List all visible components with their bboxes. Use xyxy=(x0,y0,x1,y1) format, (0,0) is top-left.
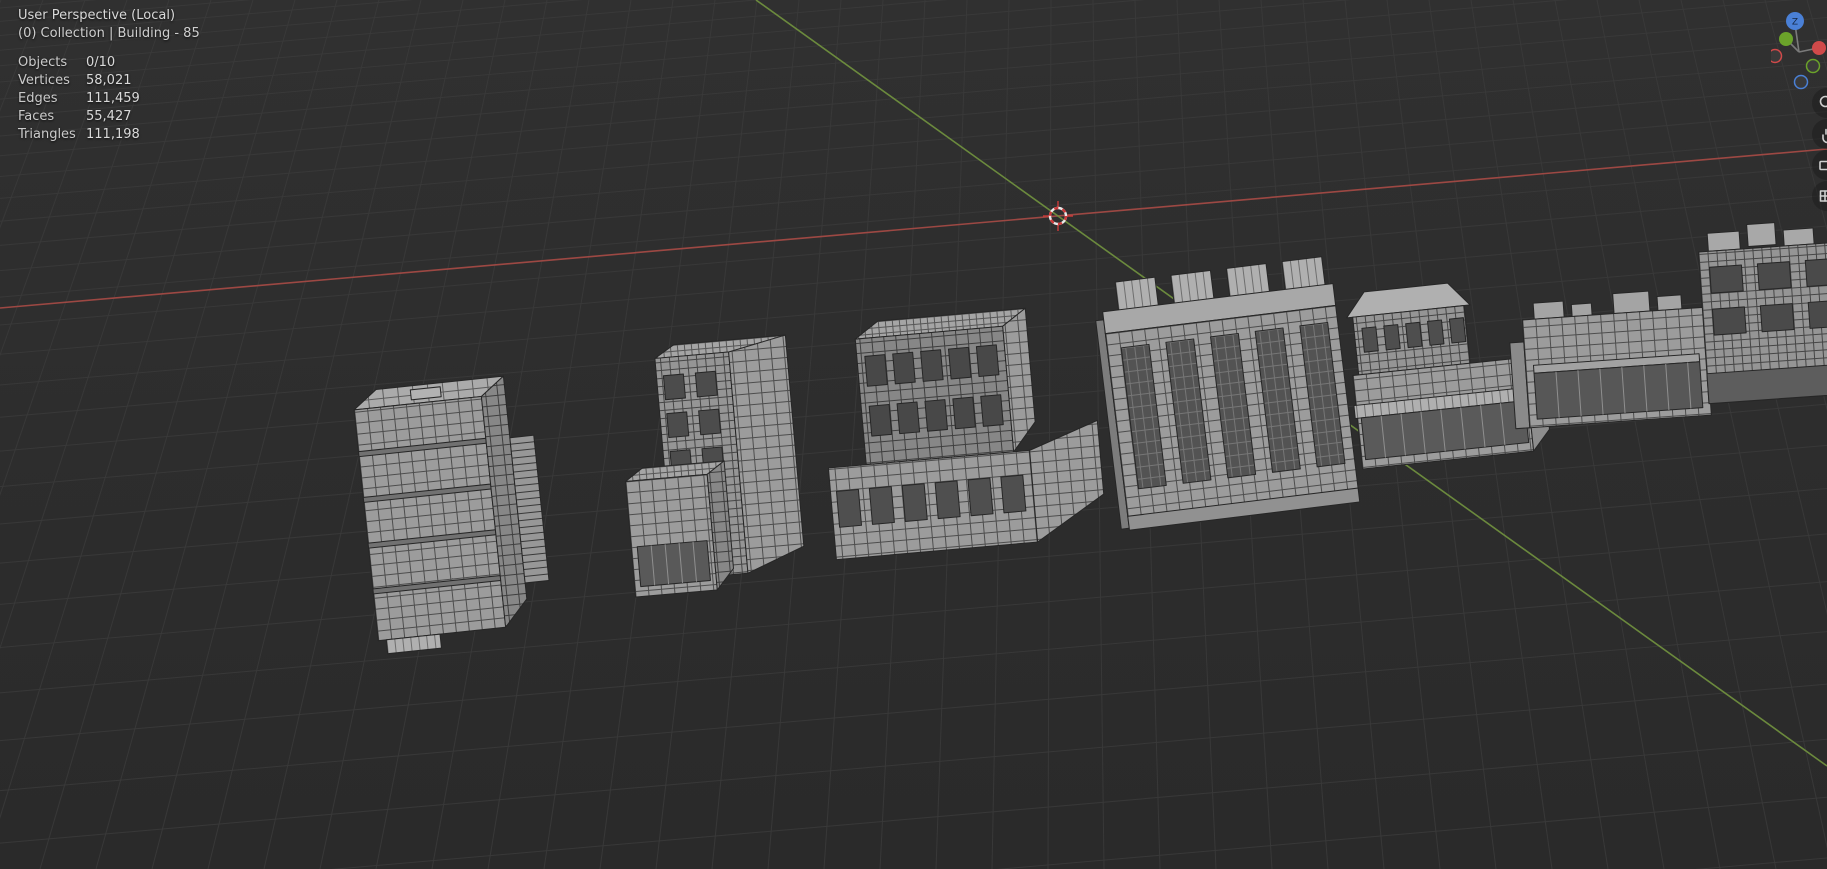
stat-value: 58,021 xyxy=(86,73,132,88)
collection-label: (0) Collection | Building - 85 xyxy=(18,26,200,41)
stat-row-objects: Objects 0/10 xyxy=(18,54,200,72)
stat-value: 55,427 xyxy=(86,109,132,124)
camera-icon xyxy=(1819,160,1827,171)
stat-label: Objects xyxy=(18,55,68,70)
view-perspective-label: User Perspective (Local) xyxy=(18,8,176,23)
building-7[interactable] xyxy=(1697,218,1827,405)
buildings-group[interactable] xyxy=(352,218,1827,655)
axis-x-neg-ball[interactable] xyxy=(1771,48,1783,64)
toggle-projection-button[interactable] xyxy=(1812,181,1827,211)
viewport-nav-buttons xyxy=(1812,88,1827,211)
axis-z-label: Z xyxy=(1792,18,1798,28)
building-2[interactable] xyxy=(614,334,807,598)
building-6[interactable] xyxy=(1507,287,1712,430)
viewport-canvas[interactable] xyxy=(0,0,1827,869)
orientation-gizmo[interactable]: Z xyxy=(1771,12,1827,92)
stat-label: Edges xyxy=(18,91,58,106)
axis-y-neg-ball[interactable] xyxy=(1805,58,1821,74)
axis-y-ball[interactable] xyxy=(1779,32,1793,46)
axis-z-neg-ball[interactable] xyxy=(1793,74,1809,90)
camera-view-button[interactable] xyxy=(1812,150,1827,180)
stat-row-edges: Edges 111,459 xyxy=(18,90,200,108)
stat-value: 111,459 xyxy=(86,91,140,106)
stat-row-triangles: Triangles 111,198 xyxy=(18,126,200,144)
magnifier-icon xyxy=(1819,95,1827,108)
axis-x-ball[interactable] xyxy=(1812,41,1826,55)
3d-viewport[interactable]: User Perspective (Local) (0) Collection … xyxy=(0,0,1827,869)
stat-label: Faces xyxy=(18,109,55,124)
grid-icon xyxy=(1819,190,1827,202)
stat-label: Triangles xyxy=(18,127,76,142)
hand-icon xyxy=(1822,128,1827,144)
stat-row-vertices: Vertices 58,021 xyxy=(18,72,200,90)
stat-label: Vertices xyxy=(18,73,70,88)
stat-row-faces: Faces 55,427 xyxy=(18,108,200,126)
building-1[interactable] xyxy=(352,374,555,655)
move-view-button[interactable] xyxy=(1812,119,1827,149)
viewport-overlay: User Perspective (Local) (0) Collection … xyxy=(18,7,200,144)
statistics-overlay: Objects 0/10 Vertices 58,021 Edges 111,4… xyxy=(18,54,200,144)
stat-value: 111,198 xyxy=(86,127,140,142)
stat-value: 0/10 xyxy=(86,55,116,70)
building-4[interactable] xyxy=(1091,256,1361,531)
zoom-button[interactable] xyxy=(1812,88,1827,118)
